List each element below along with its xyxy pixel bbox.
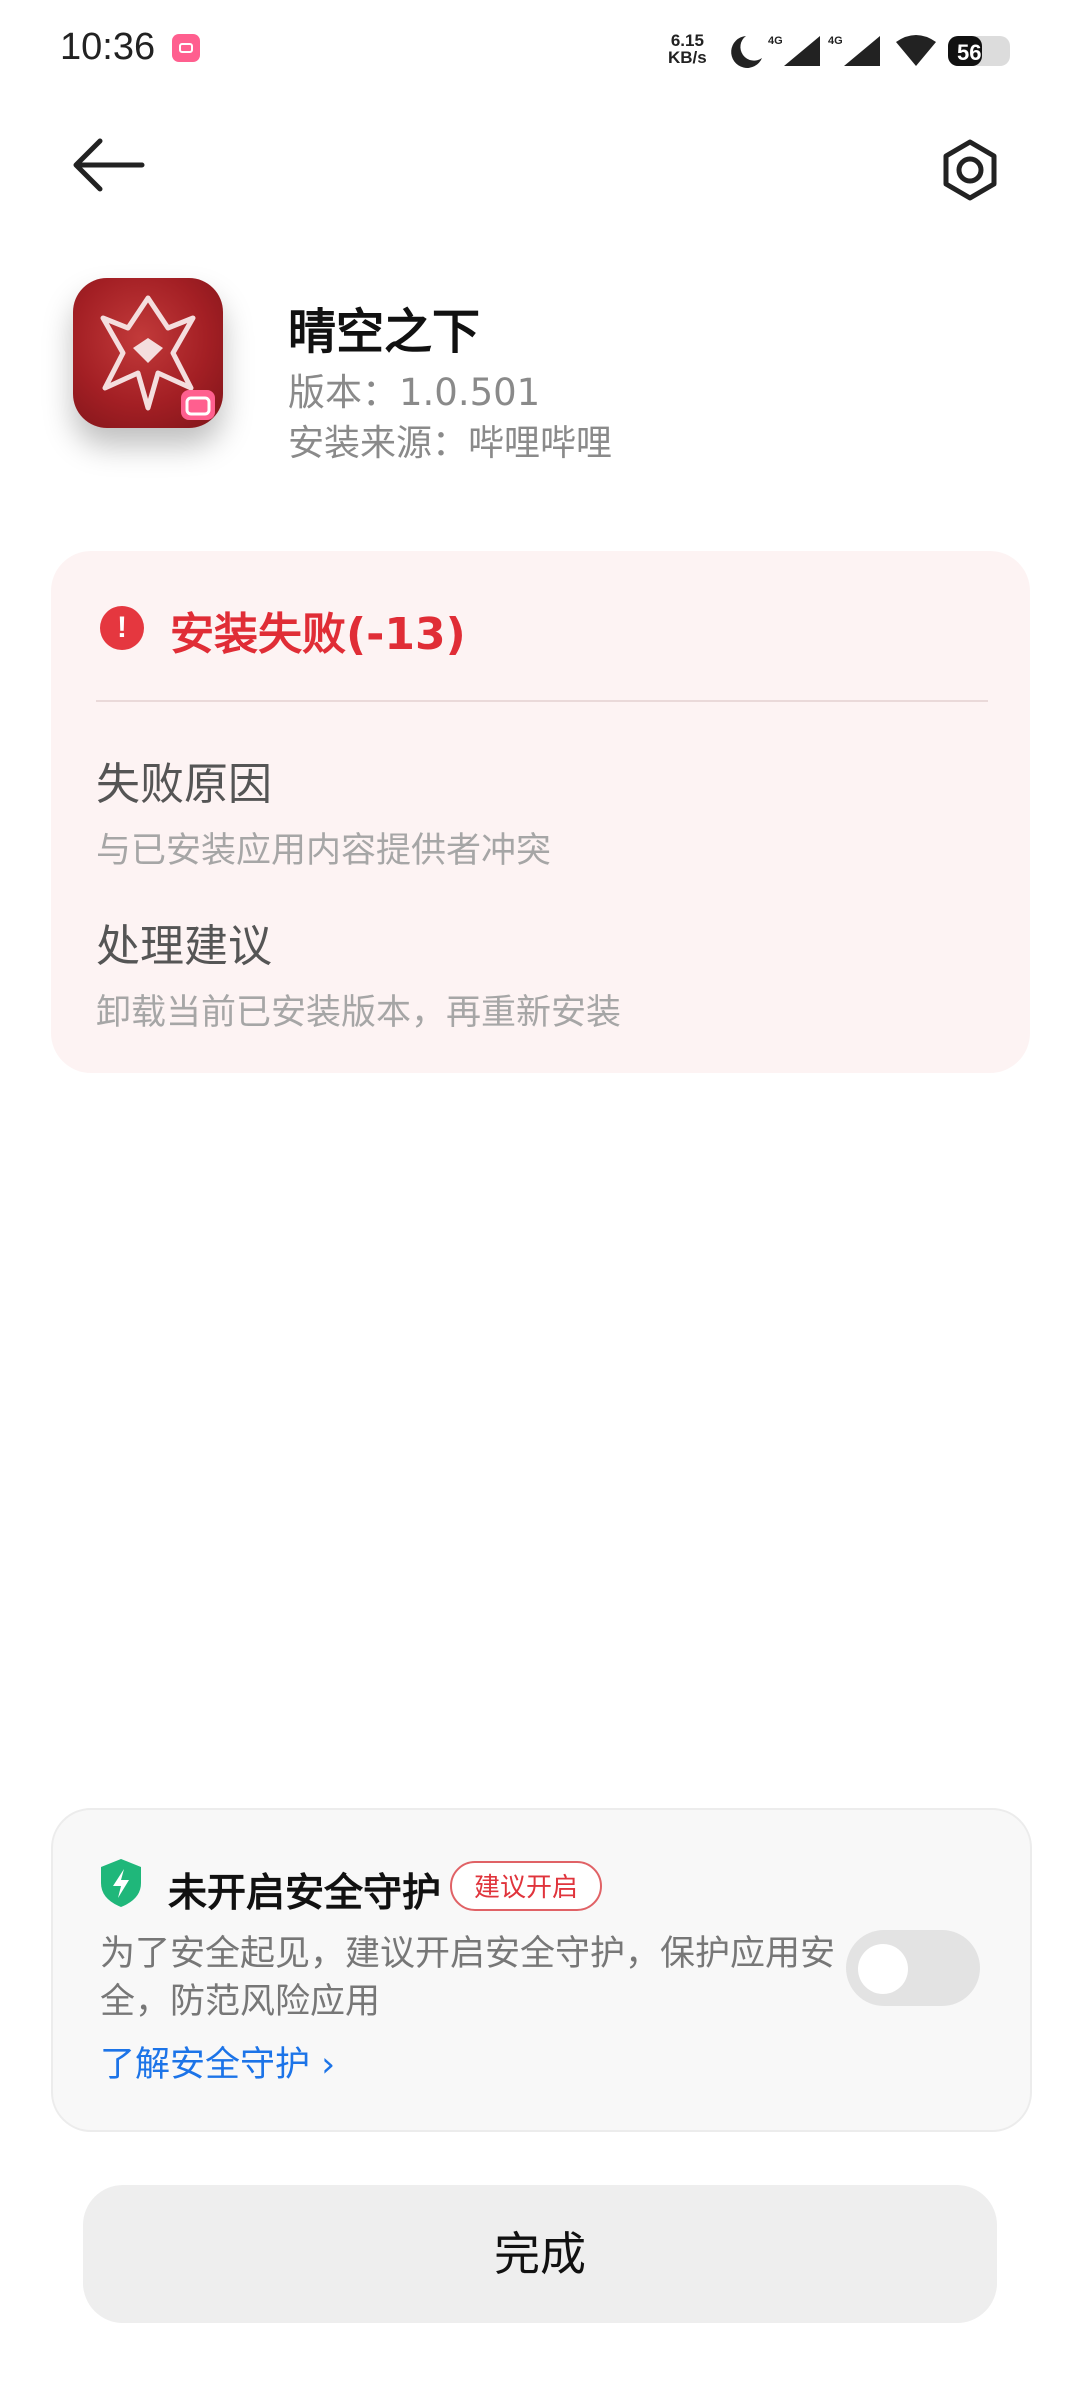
security-toggle[interactable] bbox=[846, 1930, 980, 2006]
signal-2-label: 4G bbox=[828, 35, 843, 47]
app-icon bbox=[73, 278, 223, 428]
notification-app-icon bbox=[172, 34, 200, 62]
learn-security-link[interactable]: 了解安全守护 › bbox=[100, 2036, 335, 2087]
game-emblem-icon bbox=[100, 295, 215, 420]
back-arrow-icon bbox=[73, 138, 145, 192]
toggle-knob bbox=[858, 1944, 908, 1994]
network-speed-value: 6.15 bbox=[670, 31, 704, 50]
failure-reason-text: 与已安装应用内容提供者冲突 bbox=[96, 831, 552, 871]
app-version: 版本：1.0.501 bbox=[288, 371, 541, 414]
security-description: 为了安全起见，建议开启安全守护，保护应用安全，防范风险应用 bbox=[100, 1934, 836, 2022]
battery-level: 56 bbox=[957, 40, 981, 65]
do-not-disturb-icon bbox=[731, 36, 762, 68]
network-speed: 6.15 KB/s bbox=[668, 32, 707, 66]
status-icons: 4G 4G 56 bbox=[731, 35, 1010, 68]
settings-button[interactable] bbox=[930, 130, 1010, 210]
recommend-badge: 建议开启 bbox=[450, 1861, 603, 1911]
signal-1-label: 4G bbox=[768, 35, 783, 47]
shield-icon bbox=[101, 1859, 141, 1907]
error-title: 安装失败(-13) bbox=[170, 609, 466, 660]
done-button[interactable]: 完成 bbox=[83, 2185, 997, 2323]
security-title: 未开启安全守护 bbox=[168, 1871, 442, 1916]
advice-text: 卸载当前已安装版本，再重新安装 bbox=[96, 993, 622, 1033]
install-source: 安装来源：哔哩哔哩 bbox=[288, 423, 613, 464]
app-name: 晴空之下 bbox=[288, 304, 481, 360]
back-button[interactable] bbox=[70, 130, 150, 200]
error-icon: ! bbox=[100, 606, 144, 650]
network-speed-unit: KB/s bbox=[668, 48, 707, 67]
signal-1-icon bbox=[784, 36, 820, 66]
status-time: 10:36 bbox=[60, 26, 156, 68]
failure-reason-title: 失败原因 bbox=[96, 759, 272, 810]
wifi-icon bbox=[896, 35, 936, 66]
divider bbox=[96, 700, 988, 702]
advice-title: 处理建议 bbox=[96, 921, 272, 972]
gear-icon bbox=[943, 139, 997, 201]
signal-2-icon bbox=[844, 36, 880, 66]
